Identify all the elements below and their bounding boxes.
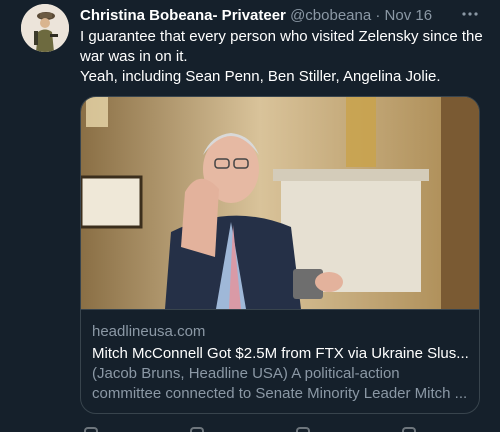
- more-horizontal-icon[interactable]: [458, 4, 482, 24]
- avatar-image: [21, 4, 69, 52]
- reply-icon[interactable]: [84, 427, 98, 432]
- tweet-text: I guarantee that every person who visite…: [80, 27, 488, 87]
- card-description-line-1: (Jacob Bruns, Headline USA) A political-…: [92, 365, 400, 382]
- card-description-line-2: committee connected to Senate Minority L…: [92, 385, 468, 402]
- tweet-text-line-1: I guarantee that every person who visite…: [80, 28, 483, 65]
- tweet-header: Christina Bobeana- Privateer @cbobeana ·…: [80, 6, 490, 26]
- card-domain: headlineusa.com: [92, 323, 206, 340]
- avatar[interactable]: [21, 4, 69, 52]
- tweet-text-line-2: Yeah, including Sean Penn, Ben Stiller, …: [80, 68, 441, 85]
- retweet-icon[interactable]: [190, 427, 204, 432]
- card-info: headlineusa.com Mitch McConnell Got $2.5…: [81, 309, 479, 413]
- separator-dot: ·: [375, 7, 381, 24]
- tweet-actions-bar: [80, 424, 490, 432]
- like-icon[interactable]: [296, 427, 310, 432]
- more-icon-glyph: [462, 12, 478, 16]
- display-name[interactable]: Christina Bobeana- Privateer: [80, 7, 286, 24]
- card-title[interactable]: Mitch McConnell Got $2.5M from FTX via U…: [92, 344, 468, 364]
- tweet-date[interactable]: Nov 16: [385, 7, 433, 24]
- tweet[interactable]: Christina Bobeana- Privateer @cbobeana ·…: [0, 0, 500, 432]
- share-icon[interactable]: [402, 427, 416, 432]
- link-card[interactable]: headlineusa.com Mitch McConnell Got $2.5…: [80, 96, 480, 414]
- card-image: [81, 97, 479, 309]
- user-handle[interactable]: @cbobeana: [290, 7, 371, 24]
- card-description: (Jacob Bruns, Headline USA) A political-…: [92, 364, 468, 404]
